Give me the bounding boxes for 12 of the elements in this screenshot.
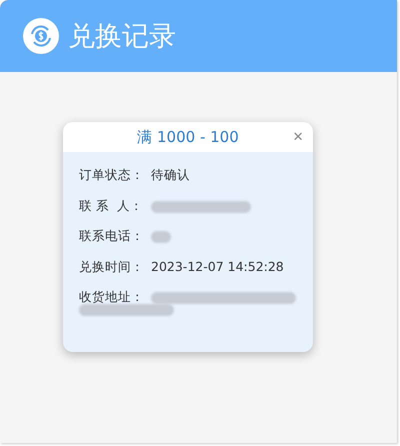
field-label: 联 系 人： [79,198,144,214]
field-label: 收货地址： [79,289,145,306]
field-label: 订单状态： [79,167,145,184]
field-label: 兑换时间： [79,258,145,276]
field-label: 联系电话： [79,228,145,245]
coupon-title: 满 1000 - 100 [137,128,239,146]
coin-exchange-icon [23,18,59,54]
close-button[interactable]: × [293,127,303,147]
field-value: 2023-12-07 14:52:28 [151,258,284,274]
field-value: 待确认 [151,167,190,184]
blurred-value [151,231,171,243]
page-title: 兑换记录 [68,20,176,54]
